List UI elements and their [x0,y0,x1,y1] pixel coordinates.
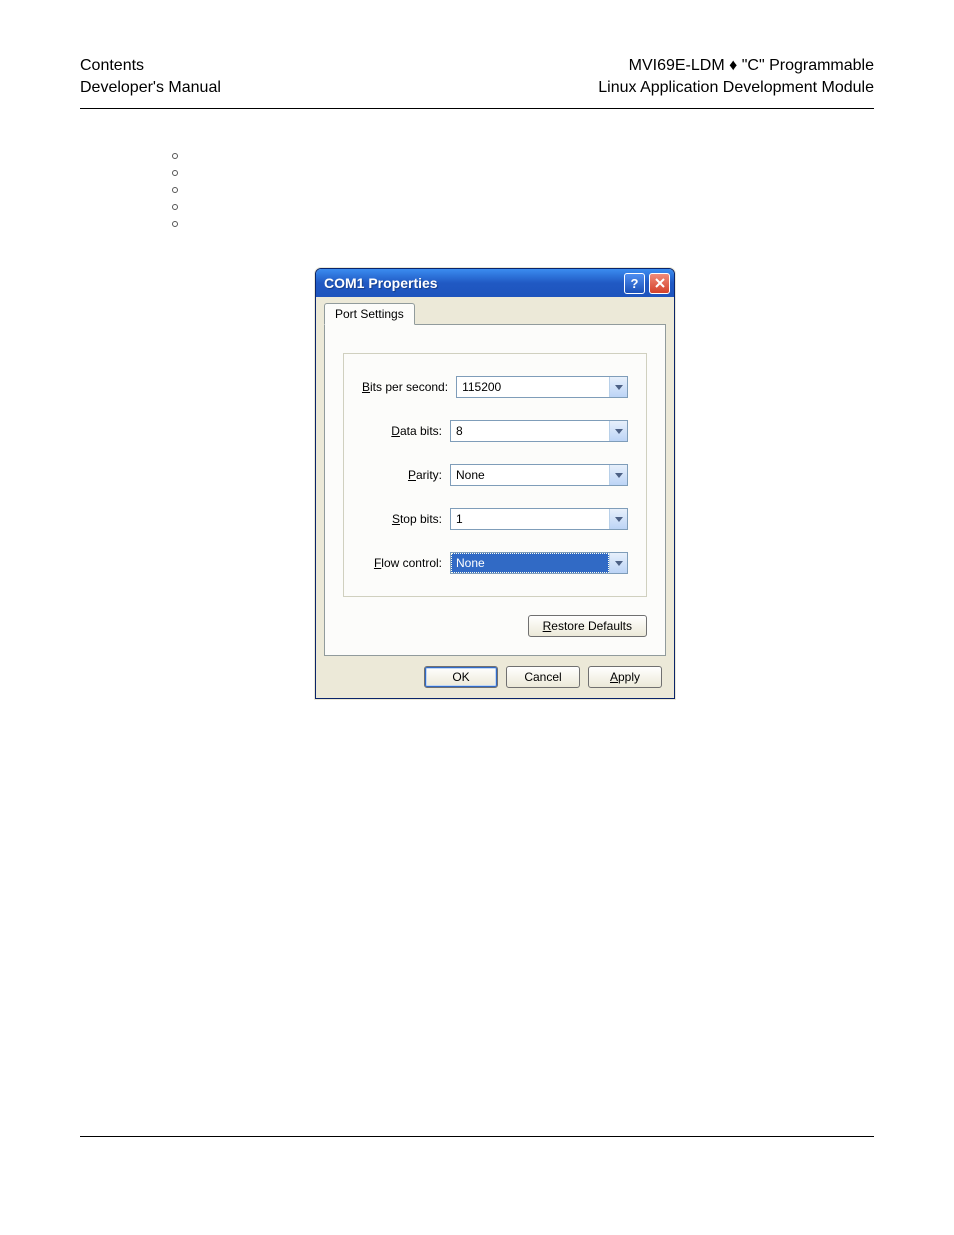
tabstrip: Port Settings [324,303,666,325]
header-right-line1: MVI69E-LDM ♦ "C" Programmable [598,55,874,77]
close-icon [655,278,665,288]
restore-defaults-button[interactable]: Restore Defaults [528,615,647,637]
footer-rule [80,1136,874,1137]
data-bits-value: 8 [451,421,609,441]
field-bits-per-second: Bits per second: 115200 [362,376,628,398]
stop-bits-select[interactable]: 1 [450,508,628,530]
apply-button[interactable]: Apply [588,666,662,688]
dialog-footer: OK Cancel Apply [324,656,666,688]
close-button[interactable] [649,273,670,294]
chevron-down-icon [609,377,627,397]
label-bits-per-second: Bits per second: [362,380,448,394]
tab-port-settings[interactable]: Port Settings [324,303,415,325]
parity-select[interactable]: None [450,464,628,486]
field-stop-bits: Stop bits: 1 [362,508,628,530]
bullet-icon [172,187,178,193]
flow-control-value: None [451,553,609,573]
label-stop-bits: Stop bits: [392,512,442,526]
com1-properties-dialog: COM1 Properties ? Port Settings Bits per… [315,268,675,699]
parity-value: None [451,465,609,485]
bullet-icon [172,170,178,176]
bullet-icon [172,221,178,227]
header-left-line1: Contents [80,55,221,77]
titlebar[interactable]: COM1 Properties ? [316,269,674,297]
header-rule [80,108,874,109]
bits-per-second-select[interactable]: 115200 [456,376,628,398]
page-header: Contents Developer's Manual MVI69E-LDM ♦… [80,55,874,98]
field-data-bits: Data bits: 8 [362,420,628,442]
bullet-icon [172,204,178,210]
stop-bits-value: 1 [451,509,609,529]
data-bits-select[interactable]: 8 [450,420,628,442]
label-data-bits: Data bits: [391,424,442,438]
bits-per-second-value: 115200 [457,377,609,397]
header-right-line2: Linux Application Development Module [598,77,874,99]
cancel-button[interactable]: Cancel [506,666,580,688]
bullet-list [172,153,178,227]
tab-panel: Bits per second: 115200 Data bits: 8 Par… [324,324,666,656]
field-flow-control: Flow control: None [362,552,628,574]
header-left-line2: Developer's Manual [80,77,221,99]
dialog-title: COM1 Properties [324,275,620,291]
chevron-down-icon [609,465,627,485]
field-parity: Parity: None [362,464,628,486]
help-button[interactable]: ? [624,273,645,294]
label-parity: Parity: [408,468,442,482]
chevron-down-icon [609,509,627,529]
settings-group: Bits per second: 115200 Data bits: 8 Par… [343,353,647,597]
chevron-down-icon [609,553,627,573]
flow-control-select[interactable]: None [450,552,628,574]
bullet-icon [172,153,178,159]
chevron-down-icon [609,421,627,441]
ok-button[interactable]: OK [424,666,498,688]
label-flow-control: Flow control: [374,556,442,570]
